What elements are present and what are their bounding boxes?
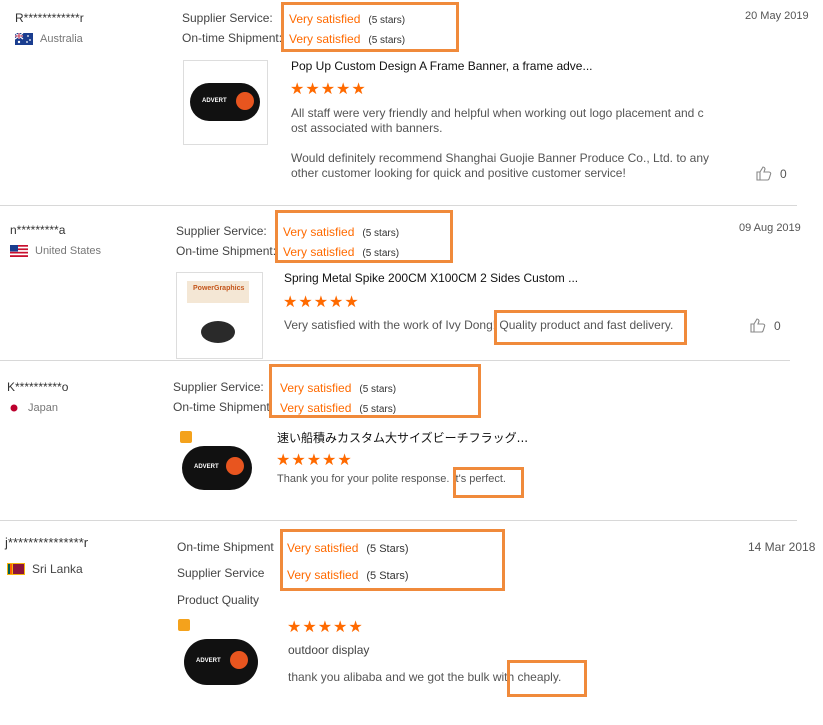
buyer-name: R************r xyxy=(15,11,84,25)
review-date: 20 May 2019 xyxy=(745,10,809,22)
review-comment: All staff were very friendly and helpful… xyxy=(291,106,710,180)
sri-lanka-flag-icon xyxy=(7,563,25,575)
highlight-box xyxy=(275,210,453,263)
japan-flag-icon xyxy=(7,402,21,414)
product-thumbnail[interactable]: ADVERT xyxy=(183,60,268,145)
buyer-country: United States xyxy=(10,245,101,257)
product-thumbnail[interactable]: ADVERT xyxy=(177,428,255,508)
rating-label: On-time Shipment: xyxy=(176,244,277,258)
thumbs-up-icon xyxy=(756,166,772,181)
highlight-box xyxy=(507,660,587,697)
product-stars: ★★★★★ xyxy=(290,81,367,98)
rating-label: Product Quality xyxy=(177,593,260,607)
rating-label: On-time Shipment xyxy=(177,540,274,554)
product-stars: ★★★★★ xyxy=(276,452,353,469)
united-states-flag-icon xyxy=(10,245,28,257)
buyer-country: Australia xyxy=(15,33,83,45)
review-date: 09 Aug 2019 xyxy=(739,222,801,234)
review-divider xyxy=(0,360,790,361)
highlight-box xyxy=(280,529,505,591)
highlight-box xyxy=(281,2,459,52)
buyer-name: j***************r xyxy=(5,535,89,550)
highlight-box xyxy=(494,310,687,345)
rating-label: On-time Shipment: xyxy=(182,31,283,45)
product-title: outdoor display xyxy=(288,643,370,657)
product-stars: ★★★★★ xyxy=(283,294,360,311)
product-title-link[interactable]: Pop Up Custom Design A Frame Banner, a f… xyxy=(291,59,592,73)
highlight-box xyxy=(269,364,481,418)
thumbs-up-icon xyxy=(750,318,766,333)
buyer-name: n*********a xyxy=(10,223,66,237)
rating-label: Supplier Service xyxy=(177,566,265,580)
product-thumbnail[interactable]: ADVERT xyxy=(176,617,263,707)
review-divider xyxy=(0,520,797,521)
product-thumbnail[interactable]: PowerGraphics xyxy=(176,272,263,359)
highlight-box xyxy=(453,467,524,498)
product-title-link[interactable]: 速い船積みカスタム大サイズビーチフラッグ... xyxy=(277,429,528,446)
product-stars: ★★★★★ xyxy=(287,619,364,636)
rating-label: Supplier Service: xyxy=(182,11,273,25)
buyer-country: Japan xyxy=(7,402,58,414)
rating-label: On-time Shipment xyxy=(173,400,270,414)
like-button[interactable]: 0 xyxy=(750,318,781,333)
rating-label: Supplier Service: xyxy=(173,380,264,394)
buyer-name: K**********o xyxy=(7,380,69,394)
review-date: 14 Mar 2018 xyxy=(748,540,816,554)
like-button[interactable]: 0 xyxy=(756,166,787,181)
product-title-link[interactable]: Spring Metal Spike 200CM X100CM 2 Sides … xyxy=(284,271,578,285)
rating-label: Supplier Service: xyxy=(176,224,267,238)
australia-flag-icon xyxy=(15,33,33,45)
review-divider xyxy=(0,205,797,206)
buyer-country: Sri Lanka xyxy=(7,562,83,576)
